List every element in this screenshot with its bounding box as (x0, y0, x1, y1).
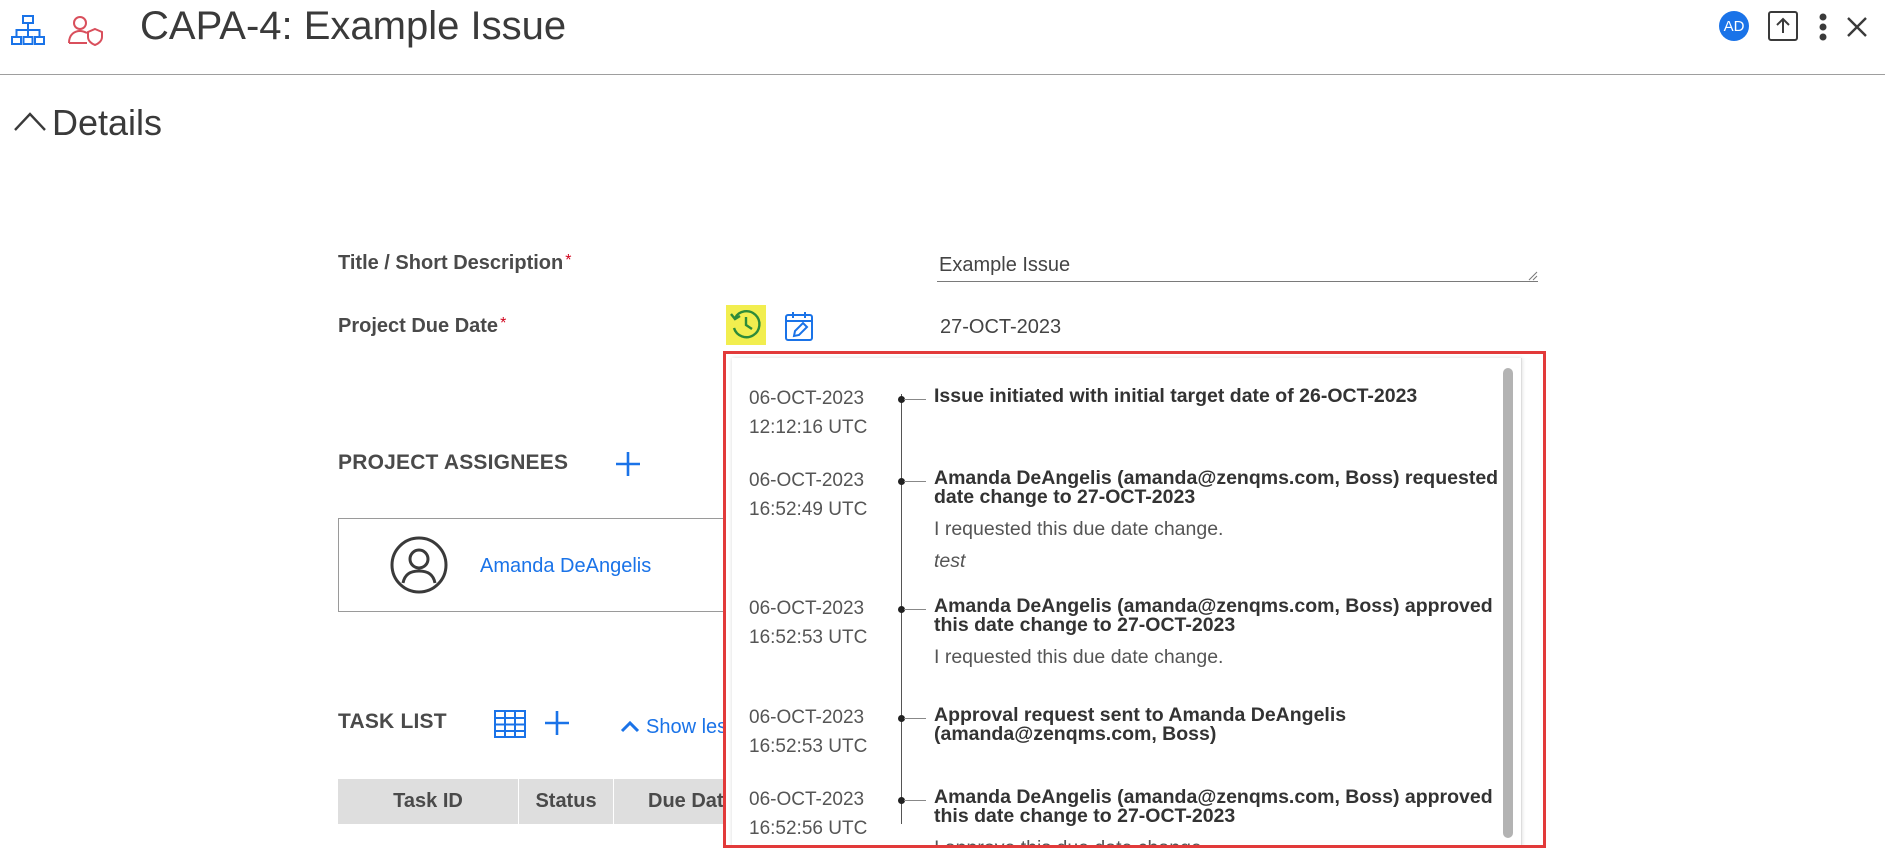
column-header-status[interactable]: Status (519, 779, 614, 824)
entry-message: Issue initiated with initial target date… (934, 385, 1418, 407)
page-title: CAPA-4: Example Issue (140, 4, 567, 48)
due-date-field-label: Project Due Date * (338, 315, 506, 338)
details-section-label: Details (52, 102, 163, 143)
entry-timestamp: 06-OCT-2023 12:12:16 UTC (749, 384, 867, 442)
due-date-field-label-text: Project Due Date (338, 315, 499, 337)
entry-timestamp: 06-OCT-2023 16:52:56 UTC (749, 785, 867, 843)
entry-time: 16:52:53 UTC (749, 627, 868, 648)
title-field-label-text: Title / Short Description (338, 252, 564, 274)
user-avatar-icon (389, 535, 449, 595)
entry-message: Approval request sent to Amanda DeAngeli… (934, 704, 1347, 745)
entry-note: I requested this due date change. (934, 518, 1224, 540)
title-input[interactable] (937, 250, 1538, 282)
calendar-edit-icon[interactable] (782, 309, 816, 343)
table-grid-icon[interactable] (494, 708, 526, 740)
entry-time: 16:52:49 UTC (749, 499, 868, 520)
entry-timestamp: 06-OCT-2023 16:52:49 UTC (749, 466, 867, 524)
header-bar: CAPA-4: Example Issue AD (0, 0, 1885, 75)
entry-time: 16:52:56 UTC (749, 818, 868, 839)
add-task-button[interactable] (542, 708, 572, 738)
show-less-toggle[interactable]: Show less (620, 716, 737, 739)
timeline-connector (904, 609, 926, 610)
entry-timestamp: 06-OCT-2023 16:52:53 UTC (749, 703, 867, 761)
entry-date: 06-OCT-2023 (749, 789, 865, 810)
title-field-label: Title / Short Description * (338, 252, 571, 275)
add-assignee-button[interactable] (613, 449, 643, 479)
history-icon[interactable] (726, 305, 766, 345)
entry-note-italic: test (934, 550, 966, 572)
timeline-connector (904, 800, 926, 801)
upload-icon[interactable] (1767, 10, 1799, 42)
due-date-history-popup: 06-OCT-2023 12:12:16 UTC Issue initiated… (723, 351, 1546, 848)
project-assignees-label: PROJECT ASSIGNEES (338, 451, 569, 474)
user-shield-icon[interactable] (66, 10, 106, 50)
entry-date: 06-OCT-2023 (749, 388, 865, 409)
entry-message: Amanda DeAngelis (amanda@zenqms.com, Bos… (934, 595, 1493, 636)
history-scrollbar[interactable] (1503, 368, 1513, 838)
hierarchy-icon[interactable] (8, 10, 48, 50)
required-mark: * (500, 315, 507, 332)
chevron-up-icon (12, 109, 48, 138)
entry-timestamp: 06-OCT-2023 16:52:53 UTC (749, 594, 867, 652)
assignee-name-link[interactable]: Amanda DeAngelis (480, 555, 651, 578)
entry-message: Amanda DeAngelis (amanda@zenqms.com, Bos… (934, 467, 1499, 508)
entry-note: I approve this due date change. (934, 837, 1207, 845)
due-date-value: 27-OCT-2023 (940, 316, 1062, 338)
more-vertical-icon[interactable] (1811, 10, 1835, 44)
entry-message: Amanda DeAngelis (amanda@zenqms.com, Bos… (934, 786, 1493, 827)
entry-note: I requested this due date change. (934, 646, 1224, 668)
chevron-up-icon (620, 716, 640, 739)
entry-date: 06-OCT-2023 (749, 470, 865, 491)
history-timeline: 06-OCT-2023 12:12:16 UTC Issue initiated… (732, 358, 1522, 845)
entry-date: 06-OCT-2023 (749, 598, 865, 619)
timeline-connector (904, 718, 926, 719)
entry-time: 12:12:16 UTC (749, 417, 868, 438)
task-list-label: TASK LIST (338, 710, 447, 733)
entry-date: 06-OCT-2023 (749, 707, 865, 728)
user-avatar[interactable]: AD (1719, 11, 1749, 41)
resize-grip-icon[interactable] (1526, 268, 1538, 281)
entry-time: 16:52:53 UTC (749, 736, 868, 757)
column-header-task-id[interactable]: Task ID (338, 779, 519, 824)
details-section-toggle[interactable]: Details (12, 98, 162, 148)
close-icon[interactable] (1840, 10, 1874, 44)
timeline-connector (904, 481, 926, 482)
timeline-connector (904, 399, 926, 400)
required-mark: * (565, 252, 572, 269)
